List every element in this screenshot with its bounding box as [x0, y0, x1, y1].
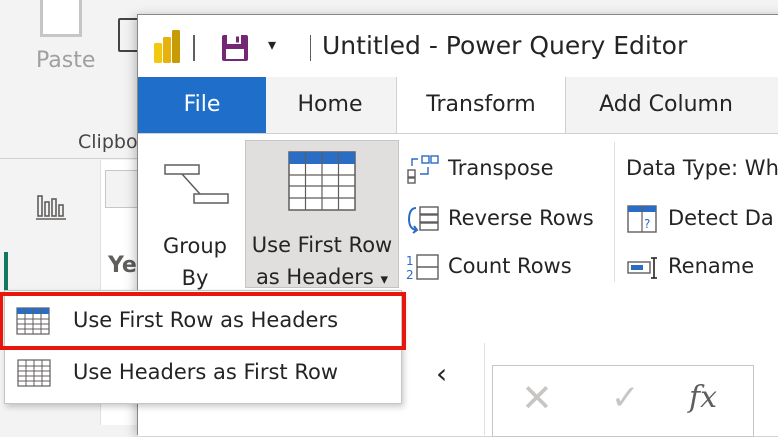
transpose-icon — [407, 155, 439, 184]
transpose-label: Transpose — [448, 156, 554, 180]
group-by-icon[interactable] — [164, 164, 230, 208]
cancel-formula-icon[interactable]: ✕ — [521, 376, 553, 420]
window-title: Untitled - Power Query Editor — [322, 31, 688, 60]
pane-divider — [484, 343, 485, 435]
paste-icon[interactable] — [40, 0, 82, 37]
data-type-label: Data Type: Wh — [626, 156, 778, 180]
table-rows-icon — [17, 359, 51, 387]
use-first-row-label-line1: Use First Row — [251, 233, 393, 257]
count-rows-label: Count Rows — [448, 254, 572, 278]
paste-label[interactable]: Paste — [36, 48, 95, 73]
data-type-dropdown[interactable]: Data Type: Wh — [626, 150, 778, 186]
group-by-button[interactable]: Group By — [150, 230, 240, 294]
rename-button[interactable]: Rename — [626, 248, 778, 284]
detect-data-type-label: Detect Da — [668, 206, 774, 230]
use-first-row-as-headers-button[interactable]: Use First Row as Headers ▾ — [245, 140, 399, 289]
svg-text:2: 2 — [406, 268, 414, 282]
background-table-text: Ye — [108, 253, 137, 278]
save-icon[interactable] — [220, 33, 250, 63]
tab-add-column[interactable]: Add Column — [566, 77, 766, 133]
detect-data-type-button[interactable]: ? Detect Da — [626, 200, 778, 236]
chevron-down-icon[interactable]: ▾ — [381, 270, 389, 288]
rename-label: Rename — [668, 254, 755, 278]
report-view-icon[interactable] — [35, 190, 67, 222]
background-divider — [0, 158, 150, 159]
menu-item-use-headers-as-first-row[interactable]: Use Headers as First Row — [5, 347, 401, 397]
use-first-row-label: Use First Row as Headers ▾ — [246, 229, 398, 295]
use-first-row-label-text: as Headers — [255, 265, 374, 289]
power-bi-logo-icon — [154, 30, 180, 63]
menu-item-label: Use Headers as First Row — [73, 360, 339, 384]
svg-text:?: ? — [644, 217, 650, 231]
formula-bar: ✕ ✓ fx — [492, 365, 754, 437]
table-headers-icon — [288, 151, 356, 211]
fx-icon[interactable]: fx — [689, 380, 717, 415]
confirm-formula-icon[interactable]: ✓ — [611, 378, 640, 418]
group-by-label-line1: Group — [163, 234, 227, 258]
title-bar: ▾ Untitled - Power Query Editor — [138, 15, 778, 77]
reverse-rows-button[interactable]: Reverse Rows — [406, 200, 606, 236]
title-separator — [193, 35, 195, 61]
transpose-button[interactable]: Transpose — [406, 150, 606, 186]
count-rows-icon: 1 2 — [406, 254, 439, 282]
count-rows-button[interactable]: 1 2 Count Rows — [406, 248, 606, 284]
detect-data-type-icon: ? — [627, 205, 657, 233]
quick-access-dropdown-icon[interactable]: ▾ — [268, 35, 276, 54]
ribbon-tabs: File Home Transform Add Column — [138, 77, 778, 134]
rename-icon — [627, 257, 657, 279]
svg-text:1: 1 — [406, 254, 414, 268]
clipboard-group-label: Clipbo — [78, 131, 138, 153]
ribbon-group-separator — [614, 142, 615, 282]
background-close-button[interactable] — [105, 170, 141, 208]
tab-home[interactable]: Home — [266, 77, 394, 133]
reverse-rows-label: Reverse Rows — [448, 206, 594, 230]
tab-transform[interactable]: Transform — [396, 77, 566, 134]
highlight-annotation-box — [0, 292, 406, 350]
title-separator — [310, 35, 311, 61]
reverse-rows-icon — [407, 206, 439, 234]
collapse-queries-pane-icon[interactable]: ‹ — [436, 357, 447, 390]
tab-file[interactable]: File — [138, 77, 266, 133]
